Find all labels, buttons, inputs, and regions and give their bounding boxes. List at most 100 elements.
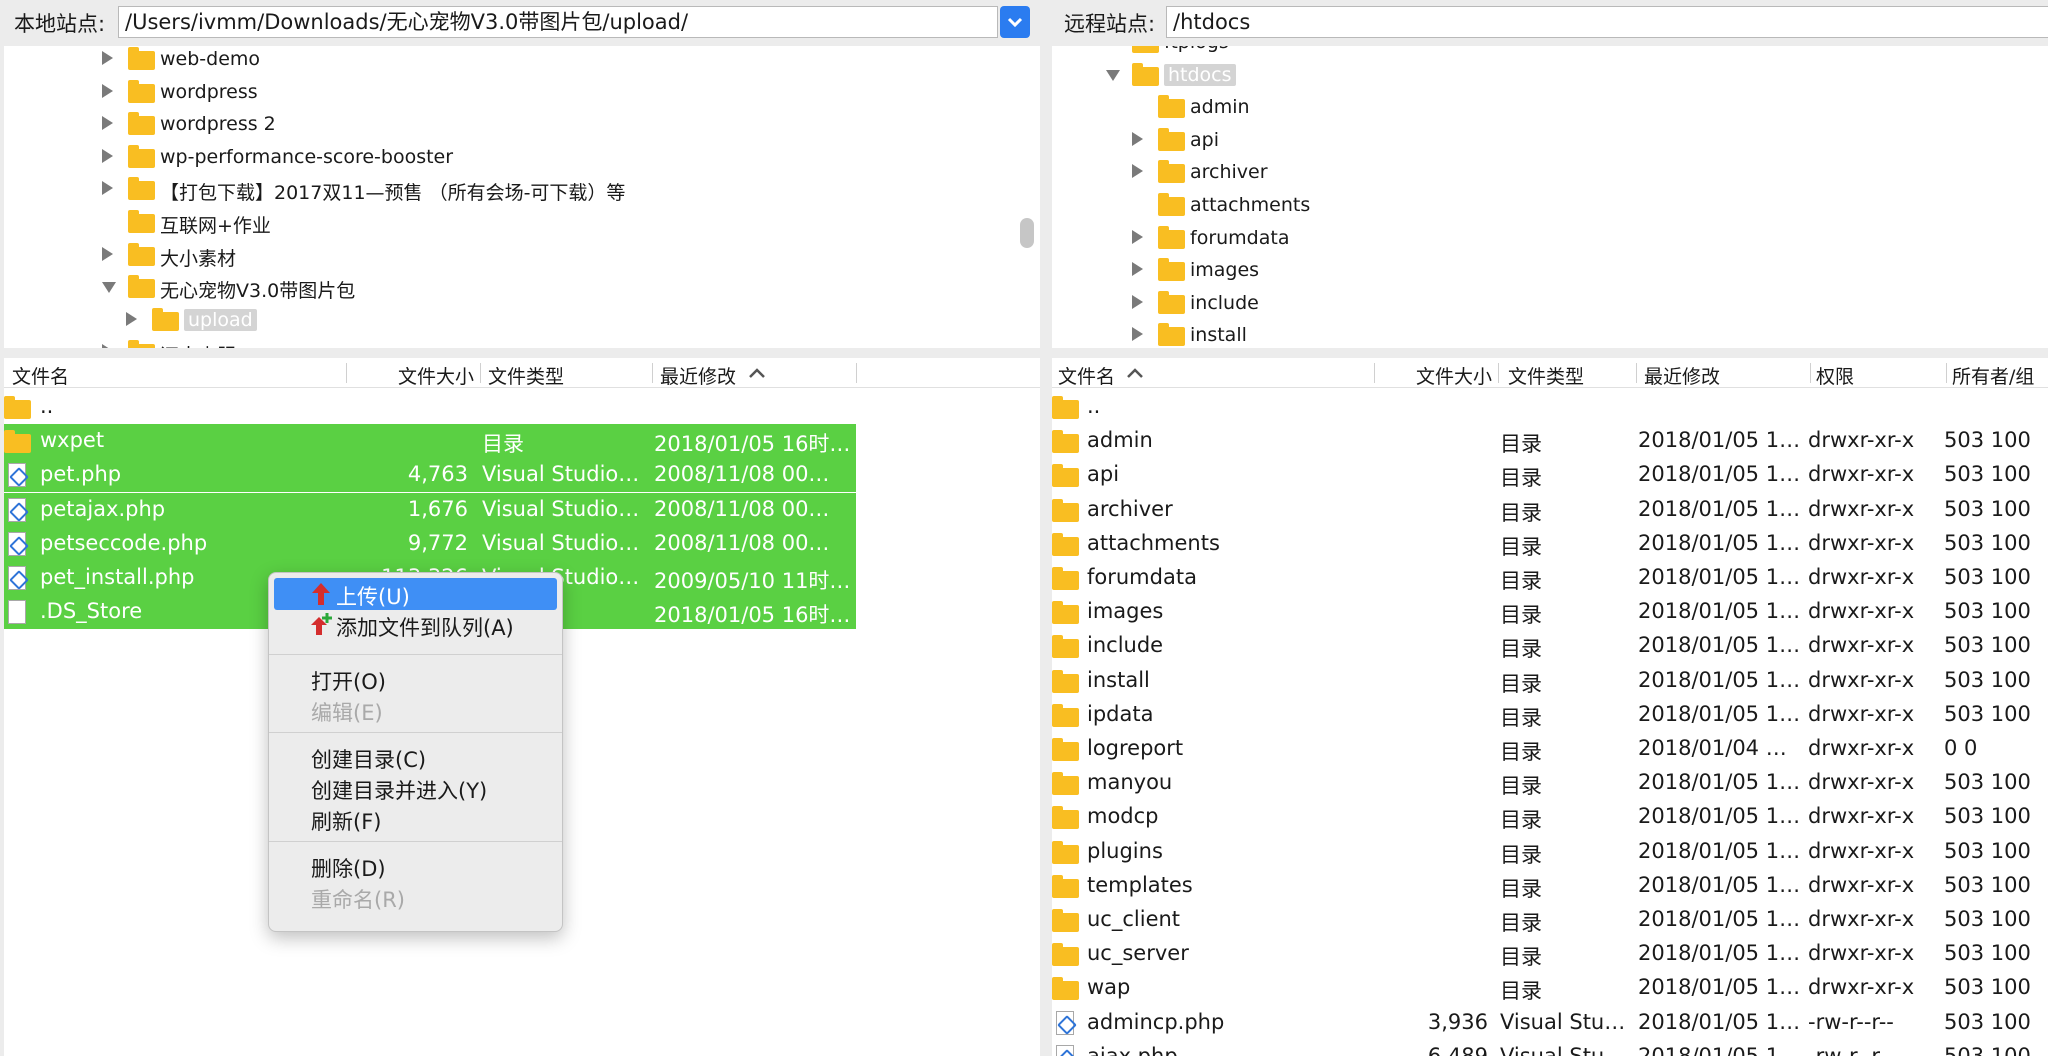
file-row[interactable]: archiver 目录 2018/01/05 1… drwxr-xr-x 503 100: [1052, 493, 2048, 527]
column-header-permissions[interactable]: 权限: [1816, 362, 1854, 389]
expand-arrow-icon[interactable]: [102, 344, 113, 348]
menu-item[interactable]: 添加文件到队列(A): [274, 609, 557, 641]
folder-icon: [1052, 806, 1079, 830]
expand-arrow-icon[interactable]: [1132, 294, 1143, 309]
expand-arrow-icon[interactable]: [1132, 262, 1143, 277]
remote-file-list[interactable]: 文件名 文件大小 文件类型 最近修改 权限 所有者/组 .. admin 目录 201…: [1052, 358, 2048, 1056]
collapse-arrow-icon[interactable]: [102, 282, 116, 294]
menu-item[interactable]: 刷新(F): [274, 803, 557, 835]
file-row[interactable]: ..: [4, 390, 1040, 424]
column-divider[interactable]: [856, 363, 857, 383]
column-divider[interactable]: [652, 363, 653, 383]
file-row[interactable]: pet.php 4,763 Visual Studio… 2008/11/08 00…: [4, 458, 856, 493]
file-row[interactable]: install 目录 2018/01/05 1… drwxr-xr-x 503 100: [1052, 664, 2048, 698]
file-row[interactable]: modcp 目录 2018/01/05 1… drwxr-xr-x 503 100: [1052, 800, 2048, 834]
tree-node[interactable]: images: [1052, 254, 2042, 284]
file-row[interactable]: plugins 目录 2018/01/05 1… drwxr-xr-x 503 100: [1052, 835, 2048, 869]
column-header-name[interactable]: 文件名: [1058, 362, 1115, 389]
file-row[interactable]: manyou 目录 2018/01/05 1… drwxr-xr-x 503 100: [1052, 766, 2048, 800]
file-row[interactable]: petajax.php 1,676 Visual Studio… 2008/11/08…: [4, 492, 856, 527]
tree-node[interactable]: upload: [4, 304, 1004, 334]
local-path-dropdown-button[interactable]: [1000, 6, 1030, 38]
expand-arrow-icon[interactable]: [102, 51, 113, 65]
column-divider[interactable]: [346, 363, 347, 383]
cell-name: pet_install.php: [40, 565, 195, 589]
expand-arrow-icon[interactable]: [102, 83, 113, 98]
menu-item[interactable]: 上传(U): [274, 578, 557, 610]
remote-directory-tree[interactable]: ftplogs htdocs admin api archiver attachments…: [1052, 46, 2048, 348]
file-row[interactable]: attachments 目录 2018/01/05 1… drwxr-xr-x 503 …: [1052, 527, 2048, 561]
file-row[interactable]: include 目录 2018/01/05 1… drwxr-xr-x 503 100: [1052, 629, 2048, 663]
expand-arrow-icon[interactable]: [102, 116, 113, 131]
column-header-size[interactable]: 文件大小: [1416, 362, 1492, 389]
tree-node[interactable]: 无心宠物V3.0带图片包: [4, 271, 1004, 302]
column-divider[interactable]: [1946, 363, 1947, 383]
column-header-modified[interactable]: 最近修改: [1644, 362, 1720, 389]
column-divider[interactable]: [1374, 363, 1375, 383]
folder-icon: [1158, 225, 1185, 249]
local-tree-scrollbar[interactable]: [1020, 218, 1034, 248]
column-divider[interactable]: [1498, 363, 1499, 383]
expand-arrow-icon[interactable]: [1132, 229, 1143, 244]
cell-type: Visual Studio…: [482, 530, 640, 555]
tree-node[interactable]: install: [1052, 319, 2042, 348]
expand-arrow-icon[interactable]: [126, 311, 137, 326]
local-directory-tree[interactable]: web-demo wordpress wordpress 2 wp-performan…: [4, 46, 1040, 348]
tree-node-label: web-demo: [160, 48, 261, 70]
tree-node[interactable]: htdocs: [1052, 59, 2042, 89]
column-header-size[interactable]: 文件大小: [398, 362, 474, 389]
file-row[interactable]: uc_server 目录 2018/01/05 1… drwxr-xr-x 503 10…: [1052, 937, 2048, 971]
collapse-arrow-icon[interactable]: [1106, 69, 1120, 81]
tree-node[interactable]: 【打包下载】2017双11—预售 （所有会场-可下载）等: [4, 173, 1004, 204]
menu-item[interactable]: 打开(O): [274, 663, 557, 695]
tree-node[interactable]: include: [1052, 287, 2042, 317]
tree-node[interactable]: archiver: [1052, 156, 2042, 186]
tree-node[interactable]: admin: [1052, 91, 2042, 121]
file-row[interactable]: ..: [1052, 390, 2048, 424]
column-header-type[interactable]: 文件类型: [488, 362, 564, 389]
menu-item[interactable]: 创建目录并进入(Y): [274, 772, 557, 804]
file-row[interactable]: api 目录 2018/01/05 1… drwxr-xr-x 503 100: [1052, 458, 2048, 492]
tree-node[interactable]: web-demo: [4, 46, 1004, 73]
tree-node[interactable]: wp-performance-score-booster: [4, 141, 1004, 171]
tree-node[interactable]: wordpress: [4, 76, 1004, 106]
file-row[interactable]: logreport 目录 2018/01/04 … drwxr-xr-x 0 0: [1052, 732, 2048, 766]
tree-node[interactable]: 大小素材: [4, 239, 1004, 270]
tree-node[interactable]: forumdata: [1052, 222, 2042, 252]
tree-node[interactable]: attachments: [1052, 189, 2042, 219]
file-row[interactable]: admincp.php 3,936 Visual Stu… 2018/01/05 1……: [1052, 1006, 2048, 1040]
tree-node[interactable]: api: [1052, 124, 2042, 154]
menu-item[interactable]: 删除(D): [274, 850, 557, 882]
remote-path-input[interactable]: /htdocs: [1166, 6, 2048, 38]
column-divider[interactable]: [1810, 363, 1811, 383]
tree-node[interactable]: ftplogs: [1052, 46, 2042, 56]
file-row[interactable]: ipdata 目录 2018/01/05 1… drwxr-xr-x 503 100: [1052, 698, 2048, 732]
expand-arrow-icon[interactable]: [102, 181, 113, 196]
expand-arrow-icon[interactable]: [102, 148, 113, 163]
expand-arrow-icon[interactable]: [1132, 164, 1143, 179]
menu-item-label: 打开(O): [311, 670, 386, 694]
file-row[interactable]: images 目录 2018/01/05 1… drwxr-xr-x 503 100: [1052, 595, 2048, 629]
local-path-input[interactable]: /Users/ivmm/Downloads/无心宠物V3.0带图片包/uploa…: [118, 6, 998, 38]
menu-item[interactable]: 创建目录(C): [274, 741, 557, 773]
file-row[interactable]: wap 目录 2018/01/05 1… drwxr-xr-x 503 100: [1052, 971, 2048, 1005]
column-header-modified[interactable]: 最近修改: [660, 362, 736, 389]
expand-arrow-icon[interactable]: [1132, 327, 1143, 342]
file-row[interactable]: petseccode.php 9,772 Visual Studio… 2008/11…: [4, 526, 856, 561]
file-row[interactable]: wxpet 目录 2018/01/05 16时…: [4, 424, 856, 459]
file-row[interactable]: templates 目录 2018/01/05 1… drwxr-xr-x 503 10…: [1052, 869, 2048, 903]
expand-arrow-icon[interactable]: [102, 246, 113, 261]
column-divider[interactable]: [480, 363, 481, 383]
file-row[interactable]: uc_client 目录 2018/01/05 1… drwxr-xr-x 503 10…: [1052, 903, 2048, 937]
file-row[interactable]: forumdata 目录 2018/01/05 1… drwxr-xr-x 503 10…: [1052, 561, 2048, 595]
column-header-name[interactable]: 文件名: [12, 362, 69, 389]
column-header-type[interactable]: 文件类型: [1508, 362, 1584, 389]
column-divider[interactable]: [1636, 363, 1637, 383]
tree-node[interactable]: 还大点服2.1.0: [4, 336, 1004, 348]
column-header-owner[interactable]: 所有者/组: [1952, 362, 2034, 389]
file-row[interactable]: admin 目录 2018/01/05 1… drwxr-xr-x 503 100: [1052, 424, 2048, 458]
file-row[interactable]: ajax.php 6,489 Visual Stu… 2018/01/05 1… -rw…: [1052, 1040, 2048, 1056]
tree-node[interactable]: 互联网+作业: [4, 206, 1004, 237]
expand-arrow-icon[interactable]: [1132, 131, 1143, 146]
tree-node[interactable]: wordpress 2: [4, 108, 1004, 138]
